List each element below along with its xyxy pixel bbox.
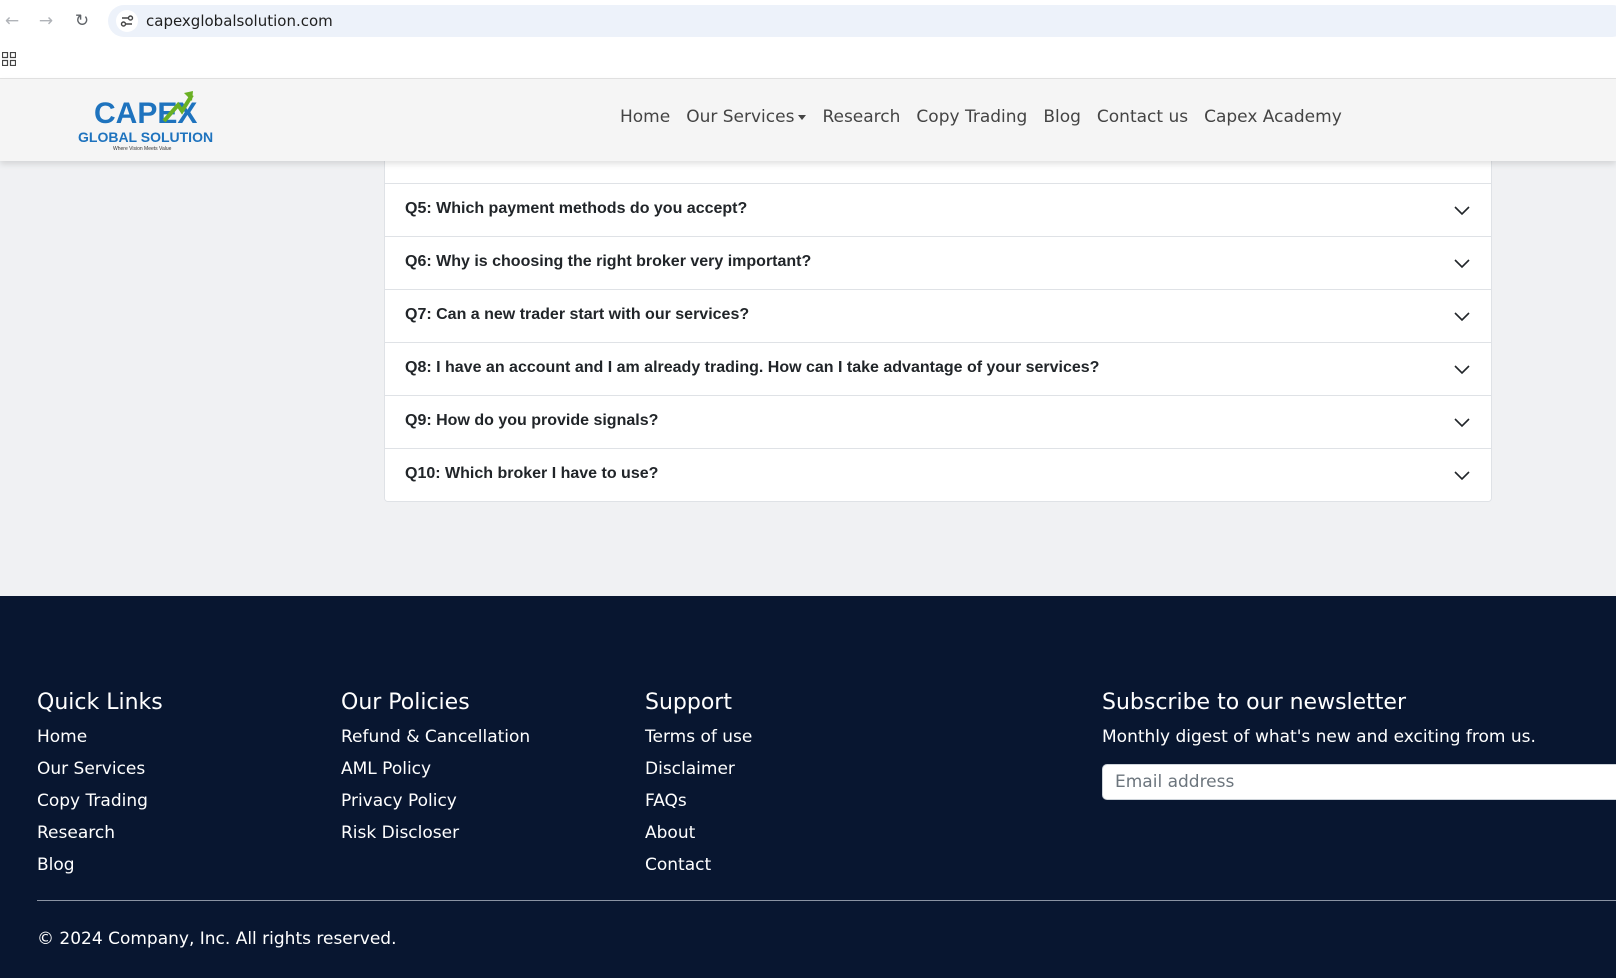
nav-copy-trading[interactable]: Copy Trading [908,107,1035,127]
nav-our-services-label: Our Services [686,107,795,127]
faq-accordion: Q5: Which payment methods do you accept?… [384,130,1492,502]
newsletter-section: Subscribe to our newsletter Monthly dige… [1102,690,1616,800]
faq-question: Q6: Why is choosing the right broker ver… [405,253,812,270]
faq-item[interactable]: Q9: How do you provide signals? [385,395,1491,448]
footer-heading-quick-links: Quick Links [37,690,163,715]
footer-link-blog[interactable]: Blog [37,855,163,887]
footer-heading-policies: Our Policies [341,690,470,715]
chevron-down-icon [798,114,807,120]
logo-sub-text: GLOBAL SOLUTION [78,129,214,145]
chevron-down-icon [1454,259,1470,269]
footer-heading-support: Support [645,690,732,715]
logo-arrow-icon [162,91,194,123]
nav-research[interactable]: Research [814,107,908,127]
footer-link-aml-policy[interactable]: AML Policy [341,759,530,791]
site-header: CAPEX GLOBAL SOLUTION Where Vision Meets… [0,79,1616,161]
footer-link-research[interactable]: Research [37,823,163,855]
faq-question: Q5: Which payment methods do you accept? [405,200,748,217]
faq-item[interactable]: Q5: Which payment methods do you accept? [385,183,1491,236]
chevron-down-icon [1454,418,1470,428]
faq-question: Q10: Which broker I have to use? [405,465,659,482]
reload-icon[interactable]: ↻ [70,9,94,33]
apps-icon[interactable] [2,52,16,66]
faq-question: Q7: Can a new trader start with our serv… [405,306,750,323]
footer-quick-links: Quick Links Home Our Services Copy Tradi… [37,690,163,887]
footer-link-refund[interactable]: Refund & Cancellation [341,727,530,759]
address-bar[interactable]: capexglobalsolution.com [108,5,1616,37]
newsletter-description: Monthly digest of what's new and excitin… [1102,727,1536,747]
footer-link-copy-trading[interactable]: Copy Trading [37,791,163,823]
chevron-down-icon [1454,471,1470,481]
nav-capex-academy[interactable]: Capex Academy [1196,107,1350,127]
footer-link-privacy-policy[interactable]: Privacy Policy [341,791,530,823]
email-input[interactable] [1102,764,1616,800]
faq-question: Q9: How do you provide signals? [405,412,659,429]
footer-link-risk-discloser[interactable]: Risk Discloser [341,823,530,855]
site-logo[interactable]: CAPEX GLOBAL SOLUTION Where Vision Meets… [78,89,214,152]
nav-our-services[interactable]: Our Services [678,107,814,127]
footer-link-our-services[interactable]: Our Services [37,759,163,791]
footer-link-home[interactable]: Home [37,727,163,759]
nav-blog[interactable]: Blog [1035,107,1089,127]
faq-item[interactable]: Q7: Can a new trader start with our serv… [385,289,1491,342]
chevron-down-icon [1454,206,1470,216]
footer-link-about[interactable]: About [645,823,752,855]
nav-contact-us[interactable]: Contact us [1089,107,1196,127]
copyright-text: © 2024 Company, Inc. All rights reserved… [37,929,397,949]
faq-item[interactable]: Q8: I have an account and I am already t… [385,342,1491,395]
nav-home[interactable]: Home [612,107,678,127]
faq-item[interactable]: Q10: Which broker I have to use? [385,448,1491,501]
footer-support: Support Terms of use Disclaimer FAQs Abo… [645,690,752,887]
footer-link-faqs[interactable]: FAQs [645,791,752,823]
footer-link-disclaimer[interactable]: Disclaimer [645,759,752,791]
footer-link-terms[interactable]: Terms of use [645,727,752,759]
site-info-icon[interactable] [116,10,138,32]
logo-tagline: Where Vision Meets Value [113,146,172,152]
faq-item[interactable]: Q6: Why is choosing the right broker ver… [385,236,1491,289]
chevron-down-icon [1454,312,1470,322]
newsletter-heading: Subscribe to our newsletter [1102,690,1407,715]
footer-policies: Our Policies Refund & Cancellation AML P… [341,690,530,855]
bookmarks-bar [0,42,1616,79]
url-text: capexglobalsolution.com [146,12,333,30]
chevron-down-icon [1454,365,1470,375]
footer-divider [37,900,1616,901]
main-nav: Home Our Services Research Copy Trading … [612,107,1350,127]
back-icon[interactable]: ← [0,9,24,33]
footer-link-contact[interactable]: Contact [645,855,752,887]
site-footer: Quick Links Home Our Services Copy Tradi… [0,596,1616,978]
browser-toolbar: ← → ↻ capexglobalsolution.com [0,0,1616,42]
faq-question: Q8: I have an account and I am already t… [405,359,1100,376]
forward-icon[interactable]: → [34,9,58,33]
